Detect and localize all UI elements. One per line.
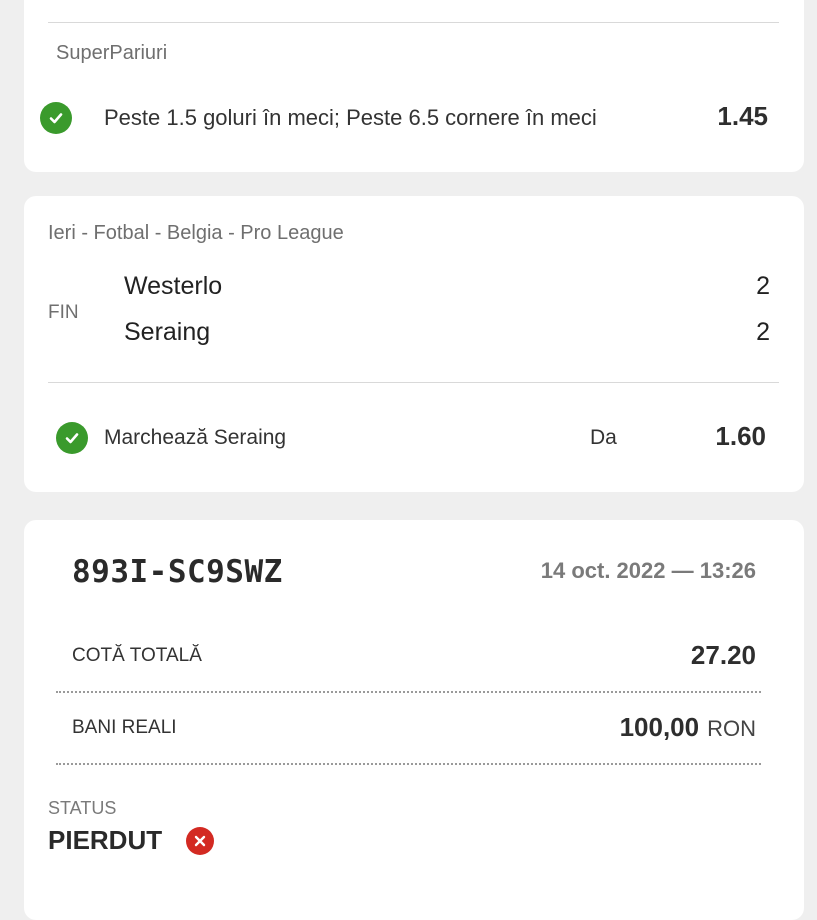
x-circle-icon — [186, 827, 214, 855]
total-odds-label: COTĂ TOTALĂ — [72, 645, 202, 666]
bet-category: SuperPariuri — [56, 42, 168, 64]
away-score: 2 — [756, 318, 770, 346]
market-pick: Da — [590, 426, 617, 449]
stake-amount: 100,00 — [619, 712, 700, 742]
home-team: Westerlo — [124, 272, 223, 300]
check-circle-icon — [56, 422, 88, 454]
selection-odds: 1.60 — [715, 421, 766, 451]
bet-card-superpariuri: SuperPariuri Peste 1.5 goluri în meci; P… — [24, 0, 804, 172]
dotted-divider — [56, 763, 761, 765]
stake-currency: RON — [707, 716, 756, 741]
ticket-code: 893I-SC9SWZ — [72, 554, 283, 590]
stake-amount-group: 100,00 RON — [620, 712, 756, 743]
dotted-divider — [56, 691, 761, 693]
selection-odds: 1.45 — [717, 101, 768, 131]
selection-label: Peste 1.5 goluri în meci; Peste 6.5 corn… — [104, 105, 597, 130]
event-info: Ieri - Fotbal - Belgia - Pro League — [48, 222, 344, 244]
ticket-datetime: 14 oct. 2022 — 13:26 — [540, 558, 756, 583]
ticket-summary-card: 893I-SC9SWZ 14 oct. 2022 — 13:26 COTĂ TO… — [24, 520, 804, 920]
stake-label: BANI REALI — [72, 717, 177, 738]
card-divider — [48, 382, 779, 383]
market-label: Marchează Seraing — [104, 426, 287, 449]
bet-card-match: Ieri - Fotbal - Belgia - Pro League FIN … — [24, 196, 804, 492]
status-label: STATUS — [48, 798, 117, 818]
card-divider — [48, 22, 779, 23]
away-team: Seraing — [124, 318, 211, 346]
total-odds-value: 27.20 — [690, 640, 756, 670]
check-circle-icon — [40, 102, 72, 134]
match-status: FIN — [48, 302, 79, 323]
status-value: PIERDUT — [48, 825, 163, 855]
home-score: 2 — [756, 272, 770, 300]
